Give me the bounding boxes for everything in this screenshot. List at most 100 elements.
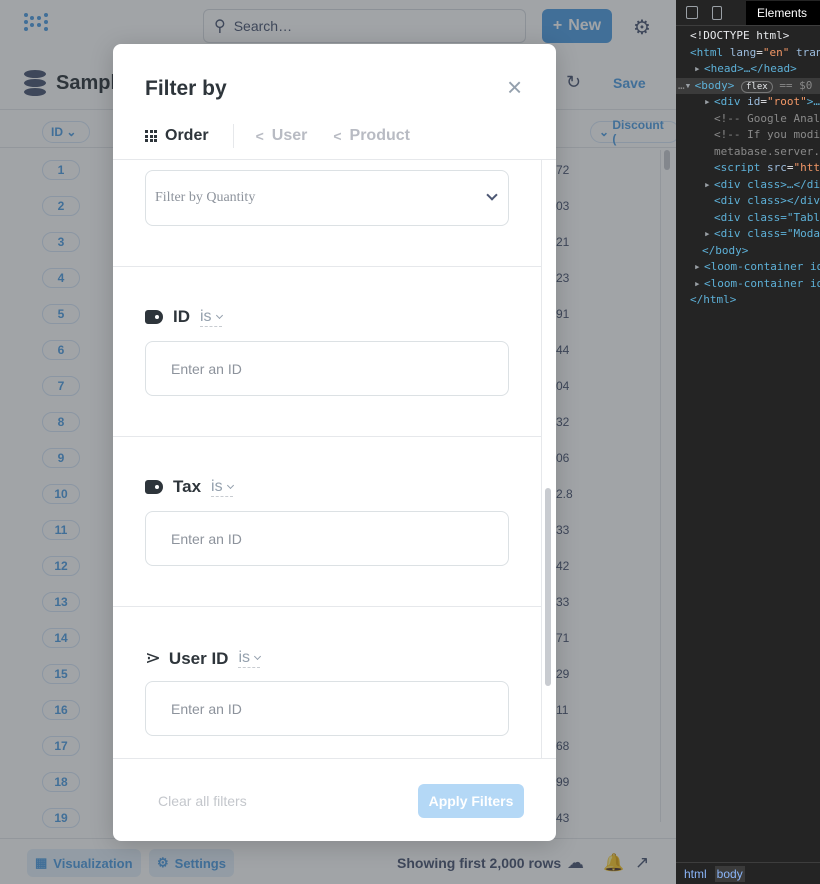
filter-label: User ID [168, 648, 229, 668]
modal-title: Filter by [145, 77, 227, 100]
filter-section-user-id: ⋗ User ID is Enter an ID [113, 606, 541, 758]
inspect-icon[interactable] [686, 6, 698, 19]
dom-text: <html [690, 45, 724, 59]
expand-triangle-icon[interactable]: ▸ [704, 177, 714, 194]
filter-section-tax: Tax is Enter an ID [113, 436, 541, 606]
connections-icon: < [255, 128, 264, 144]
chevron-down-icon [226, 481, 234, 489]
select-placeholder: Filter by Quantity [155, 190, 256, 205]
dom-line[interactable]: <div class></div [676, 193, 820, 210]
dom-text: <head>…</head> [704, 62, 797, 75]
tab-user[interactable]: < User [256, 127, 308, 145]
grid-icon [145, 130, 157, 142]
dom-text: <!-- If you modi [714, 128, 820, 141]
devtools-breadcrumbs: html body [676, 862, 820, 884]
dom-text: </body> [702, 243, 749, 257]
dom-text: >… [806, 95, 820, 108]
connections-icon: < [333, 128, 342, 144]
tab-label: Product [349, 127, 410, 144]
filter-header: Tax is [145, 477, 234, 497]
dom-text: <div class></div [714, 194, 820, 207]
dom-line[interactable]: </body> [676, 243, 820, 260]
devtools-panel: Elements <!DOCTYPE html> <html lang="en"… [676, 0, 820, 884]
dom-text: <div class>…</di [714, 177, 820, 191]
input-placeholder: Enter an ID [171, 530, 242, 547]
connections-icon: ⋗ [145, 648, 161, 669]
dom-line[interactable]: <!DOCTYPE html> [676, 28, 820, 45]
dom-text: <body> [694, 78, 735, 92]
tax-input[interactable]: Enter an ID [145, 511, 509, 566]
dom-line[interactable]: ▸ <loom-container id [676, 276, 820, 293]
dom-text: "htt [793, 161, 820, 174]
expand-triangle-icon[interactable]: ▸ [694, 276, 704, 293]
chevron-down-icon [486, 189, 498, 201]
expand-triangle-icon[interactable]: ▸ [704, 226, 714, 243]
filter-modal: Filter by × Order < User < Product Filte… [113, 44, 556, 841]
dom-text: <loom-container id [704, 260, 820, 273]
dom-line[interactable]: <html lang="en" tran [676, 45, 820, 62]
dom-line[interactable]: ▸ <head>…</head> [676, 61, 820, 78]
tab-product[interactable]: < Product [333, 127, 410, 145]
dom-line[interactable]: ▸ <div class>…</di [676, 177, 820, 194]
tab-elements[interactable]: Elements [746, 1, 820, 25]
dom-text: <script [714, 161, 761, 174]
input-placeholder: Enter an ID [171, 700, 242, 717]
dom-line[interactable]: <div class="Tabl [676, 210, 820, 227]
dom-text: == $0 [779, 78, 813, 92]
dom-line[interactable]: <script src="htt [676, 160, 820, 177]
dom-line[interactable]: </html> [676, 292, 820, 309]
dom-text: "en" [762, 45, 790, 59]
flex-badge[interactable]: flex [741, 80, 773, 93]
apply-filters-button[interactable]: Apply Filters [418, 784, 524, 818]
dom-line[interactable]: <!-- Google Anal [676, 111, 820, 128]
dom-text: <loom-container id [704, 276, 820, 290]
dom-line[interactable]: ▸ <loom-container id [676, 259, 820, 276]
filter-label: Tax [173, 477, 202, 496]
dom-text: "root" [767, 95, 807, 108]
dom-text: tran [796, 45, 820, 59]
collapse-triangle-icon[interactable]: ▾ [685, 78, 695, 95]
dom-text: <!-- Google Anal [714, 111, 820, 125]
breadcrumb-body[interactable]: body [714, 865, 745, 882]
expand-triangle-icon[interactable]: ▸ [694, 61, 704, 78]
modal-scrollbar[interactable] [545, 488, 551, 686]
tag-icon [145, 310, 163, 324]
dom-text: <!DOCTYPE html> [690, 29, 790, 42]
tab-label: User [271, 127, 308, 144]
dom-text: <div [714, 95, 741, 108]
chevron-down-icon [215, 311, 223, 319]
dom-text: src [766, 161, 787, 174]
dom-text: <div class="Tabl [714, 210, 820, 224]
operator-label: is [211, 477, 223, 495]
device-toggle-icon[interactable] [712, 6, 722, 20]
breadcrumb-html[interactable]: html [682, 866, 709, 882]
scroll-track [541, 159, 542, 758]
operator-picker[interactable]: is [200, 308, 223, 327]
dom-tree[interactable]: <!DOCTYPE html> <html lang="en" tran ▸ <h… [676, 28, 820, 309]
dom-line[interactable]: ▸ <div id="root">… [676, 94, 820, 111]
tab-order[interactable]: Order [145, 127, 209, 145]
user-id-input[interactable]: Enter an ID [145, 681, 509, 736]
filter-list[interactable]: Filter by Quantity ID is Enter an ID Tax… [113, 159, 556, 758]
operator-picker[interactable]: is [211, 477, 234, 497]
dom-text: id [747, 95, 761, 108]
operator-picker[interactable]: is [238, 649, 262, 668]
expand-triangle-icon[interactable]: ▸ [704, 94, 714, 111]
expand-triangle-icon[interactable]: ▸ [694, 259, 704, 276]
filter-section-id: ID is Enter an ID [113, 266, 541, 436]
app-window: ⚲ Search… + New ⚙ Sample ↻ Save ID ⌄ ⌄ D… [0, 0, 676, 884]
close-icon[interactable]: × [507, 74, 522, 100]
chevron-down-icon [253, 652, 262, 661]
quantity-filter-select[interactable]: Filter by Quantity [145, 170, 509, 226]
tab-divider [232, 124, 234, 148]
dom-line[interactable]: <!-- If you modi [676, 127, 820, 144]
dom-line-selected[interactable]: …▾ <body> flex == $0 [676, 77, 820, 95]
dom-line[interactable]: metabase.server. [676, 144, 820, 161]
dom-line[interactable]: ▸ <div class="Moda [676, 226, 820, 243]
clear-all-filters-button[interactable]: Clear all filters [158, 793, 247, 809]
tag-icon [145, 480, 163, 494]
modal-footer: Clear all filters Apply Filters [113, 758, 556, 841]
tab-label: Order [165, 127, 209, 144]
filter-header: ⋗ User ID is [145, 647, 262, 670]
id-input[interactable]: Enter an ID [145, 341, 509, 396]
